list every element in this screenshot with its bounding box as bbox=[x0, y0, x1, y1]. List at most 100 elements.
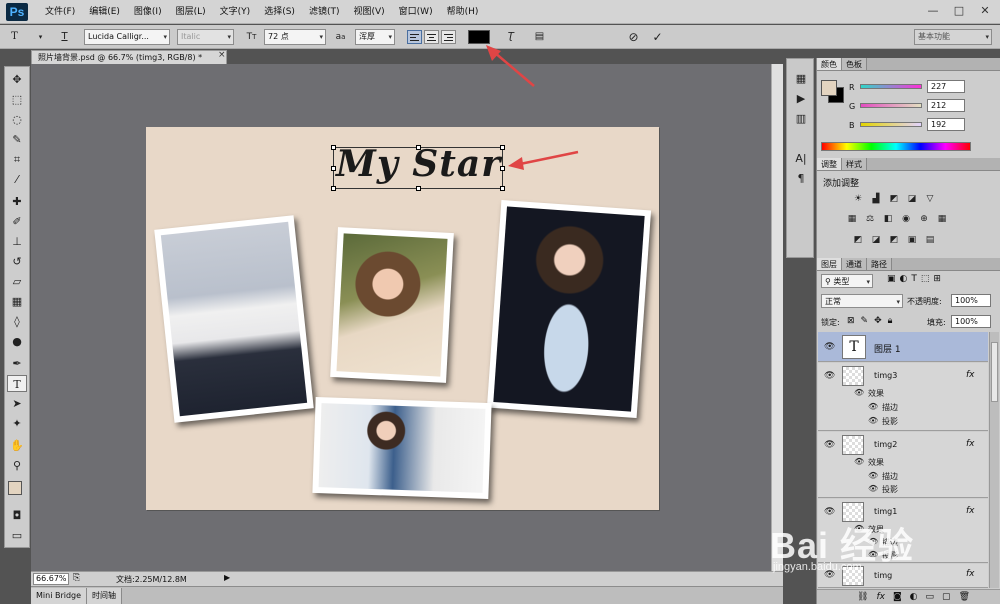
status-info-icon[interactable]: ⎘ bbox=[73, 573, 80, 583]
threshold-icon[interactable]: ◩ bbox=[887, 234, 901, 246]
gradient-map-icon[interactable]: ▤ bbox=[923, 234, 937, 246]
layer-row-text[interactable]: 👁︎ T 图层 1 bbox=[818, 332, 988, 362]
effect-eye-icon[interactable]: 👁︎ bbox=[868, 402, 878, 411]
b-value-field[interactable]: 192 bbox=[927, 118, 965, 131]
new-group-icon[interactable]: ▭ bbox=[926, 590, 935, 604]
tab-styles[interactable]: 样式 bbox=[842, 158, 867, 170]
path-select-tool-icon[interactable]: ➤ bbox=[7, 395, 27, 412]
curves-icon[interactable]: ◩ bbox=[887, 193, 901, 205]
character-panel-icon[interactable]: A| bbox=[793, 151, 809, 167]
layer-name[interactable]: timg2 bbox=[874, 440, 897, 449]
effect-eye-icon[interactable]: 👁︎ bbox=[868, 416, 878, 425]
brush-tool-icon[interactable]: ✐ bbox=[7, 213, 27, 230]
hue-saturation-icon[interactable]: ▦ bbox=[845, 213, 859, 225]
b-slider[interactable] bbox=[860, 122, 922, 127]
type-tool-icon[interactable]: T bbox=[7, 375, 27, 392]
fg-color-chip[interactable] bbox=[821, 80, 837, 96]
black-white-icon[interactable]: ◧ bbox=[881, 213, 895, 225]
r-value-field[interactable]: 227 bbox=[927, 80, 965, 93]
layer-name[interactable]: timg bbox=[874, 571, 892, 580]
brightness-icon[interactable]: ☀ bbox=[851, 193, 865, 205]
fx-icon[interactable]: fx bbox=[966, 506, 975, 516]
g-value-field[interactable]: 212 bbox=[927, 99, 965, 112]
layer-row-timg2[interactable]: 👁︎ timg2 fx 👁︎ 效果 👁︎ 描边 👁︎ 投影 bbox=[818, 432, 988, 498]
layer-name[interactable]: timg1 bbox=[874, 507, 897, 516]
lock-transparency-icon[interactable]: ⊠ bbox=[847, 316, 855, 326]
tab-adjustments[interactable]: 调整 bbox=[817, 158, 842, 170]
zoom-field[interactable]: 66.67% bbox=[33, 573, 69, 585]
posterize-icon[interactable]: ◪ bbox=[869, 234, 883, 246]
move-tool-icon[interactable]: ✥ bbox=[7, 71, 27, 88]
invert-icon[interactable]: ◩ bbox=[851, 234, 865, 246]
tab-swatches[interactable]: 色板 bbox=[842, 58, 867, 70]
crop-tool-icon[interactable]: ⌗ bbox=[7, 151, 27, 168]
effect-eye-icon[interactable]: 👁︎ bbox=[868, 471, 878, 480]
quick-select-tool-icon[interactable]: ✎ bbox=[7, 131, 27, 148]
delete-layer-icon[interactable]: 🗑︎ bbox=[959, 590, 970, 604]
exposure-icon[interactable]: ◪ bbox=[905, 193, 919, 205]
shape-tool-icon[interactable]: ✦ bbox=[7, 415, 27, 432]
layer-name[interactable]: 图层 1 bbox=[874, 342, 901, 355]
fx-icon[interactable]: fx bbox=[966, 569, 975, 579]
quick-mask-icon[interactable]: ◘ bbox=[7, 507, 27, 524]
vibrance-icon[interactable]: ▽ bbox=[923, 193, 937, 205]
bottom-tab[interactable]: Mini Bridge bbox=[31, 588, 88, 604]
healing-brush-tool-icon[interactable]: ✚ bbox=[7, 193, 27, 210]
effects-eye-icon[interactable]: 👁︎ bbox=[854, 388, 864, 397]
link-layers-icon[interactable]: ⛓ bbox=[857, 590, 868, 604]
tab-color[interactable]: 颜色 bbox=[817, 58, 842, 70]
lock-position-icon[interactable]: ✥ bbox=[874, 316, 882, 326]
visibility-eye-icon[interactable]: 👁︎ bbox=[824, 342, 835, 352]
visibility-eye-icon[interactable]: 👁︎ bbox=[824, 371, 835, 381]
color-lookup-icon[interactable]: ▦ bbox=[935, 213, 949, 225]
tab-channels[interactable]: 通道 bbox=[842, 258, 867, 270]
lock-all-icon[interactable]: 🔒︎ bbox=[888, 316, 893, 326]
type-filter-icon[interactable]: T bbox=[911, 274, 917, 284]
g-slider[interactable] bbox=[860, 103, 922, 108]
visibility-eye-icon[interactable]: 👁︎ bbox=[824, 440, 835, 450]
photo-filter-icon[interactable]: ◉ bbox=[899, 213, 913, 225]
layer-row-timg3[interactable]: 👁︎ timg3 fx 👁︎ 效果 👁︎ 描边 👁︎ 投影 bbox=[818, 363, 988, 431]
actions-play-icon[interactable]: ▶ bbox=[793, 91, 809, 107]
gradient-tool-icon[interactable]: ▦ bbox=[7, 293, 27, 310]
visibility-eye-icon[interactable]: 👁︎ bbox=[824, 507, 835, 517]
tab-paths[interactable]: 路径 bbox=[867, 258, 892, 270]
layer-comps-icon[interactable]: ▥ bbox=[793, 111, 809, 127]
shape-filter-icon[interactable]: ⬚ bbox=[921, 274, 930, 284]
adjust-filter-icon[interactable]: ◐ bbox=[900, 274, 908, 284]
color-balance-icon[interactable]: ⚖ bbox=[863, 213, 877, 225]
pen-tool-icon[interactable]: ✒ bbox=[7, 355, 27, 372]
zoom-tool-icon[interactable]: ⚲ bbox=[7, 457, 27, 474]
fill-field[interactable]: 100% bbox=[951, 315, 991, 328]
status-menu-arrow-icon[interactable]: ▶ bbox=[224, 573, 230, 582]
add-mask-icon[interactable]: ◙ bbox=[893, 590, 902, 604]
add-style-icon[interactable]: fx bbox=[876, 590, 885, 604]
selective-color-icon[interactable]: ▣ bbox=[905, 234, 919, 246]
vertical-scrollbar[interactable] bbox=[771, 64, 783, 571]
tab-layers[interactable]: 图层 bbox=[817, 258, 842, 270]
screen-mode-icon[interactable]: ▭ bbox=[7, 527, 27, 544]
smart-filter-icon[interactable]: ⊞ bbox=[933, 274, 941, 284]
hand-tool-icon[interactable]: ✋ bbox=[7, 437, 27, 454]
layer-filter-select[interactable]: ⚲ 类型 ▾ bbox=[821, 274, 873, 288]
history-brush-tool-icon[interactable]: ↺ bbox=[7, 253, 27, 270]
r-slider[interactable] bbox=[860, 84, 922, 89]
lasso-tool-icon[interactable]: ◌ bbox=[7, 111, 27, 128]
levels-icon[interactable]: ▟ bbox=[869, 193, 883, 205]
history-panel-icon[interactable]: ▦ bbox=[793, 71, 809, 87]
blur-tool-icon[interactable]: ◊ bbox=[7, 313, 27, 330]
layer-name[interactable]: timg3 bbox=[874, 371, 897, 380]
effect-eye-icon[interactable]: 👁︎ bbox=[868, 484, 878, 493]
eraser-tool-icon[interactable]: ▱ bbox=[7, 273, 27, 290]
layers-scrollbar[interactable] bbox=[989, 332, 999, 588]
effects-eye-icon[interactable]: 👁︎ bbox=[854, 457, 864, 466]
lock-pixels-icon[interactable]: ✎ bbox=[861, 316, 869, 326]
color-spectrum-bar[interactable] bbox=[821, 142, 971, 151]
bottom-tab[interactable]: 时间轴 bbox=[87, 588, 123, 604]
fx-icon[interactable]: fx bbox=[966, 370, 975, 380]
channel-mixer-icon[interactable]: ⊕ bbox=[917, 213, 931, 225]
dodge-tool-icon[interactable]: ● bbox=[7, 333, 27, 350]
blend-mode-select[interactable]: 正常 ▾ bbox=[821, 294, 903, 308]
clone-stamp-tool-icon[interactable]: ⊥ bbox=[7, 233, 27, 250]
fx-icon[interactable]: fx bbox=[966, 439, 975, 449]
